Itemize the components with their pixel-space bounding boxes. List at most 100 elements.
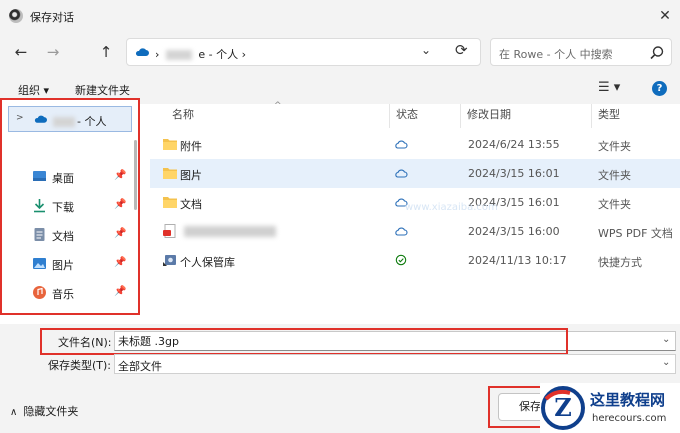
logo-title: 这里教程网 bbox=[590, 391, 666, 409]
pin-icon: 📌 bbox=[114, 199, 127, 210]
sidebar-item-desktop[interactable]: 桌面 📌 bbox=[32, 166, 137, 188]
column-separator[interactable] bbox=[389, 104, 390, 128]
file-name: 文档 bbox=[180, 198, 202, 211]
pin-icon: 📌 bbox=[114, 286, 127, 297]
column-separator[interactable] bbox=[591, 104, 592, 128]
desktop-icon bbox=[33, 171, 46, 181]
breadcrumb-separator: › bbox=[155, 48, 160, 61]
cloud-icon bbox=[395, 227, 408, 236]
onedrive-cloud-icon bbox=[135, 48, 149, 56]
new-folder-button[interactable]: 新建文件夹 bbox=[75, 82, 130, 98]
file-row[interactable]: 图片 2024/3/15 16:01 文件夹 bbox=[150, 159, 680, 188]
navigation-bar: ← → ↑ › e - 个人 › ⌄ ⟳ 在 Rowe - 个人 中搜索 bbox=[0, 32, 680, 72]
watermark-text: www.xiazaiba.com bbox=[405, 202, 498, 213]
redacted-account-name bbox=[53, 117, 75, 127]
onedrive-cloud-icon bbox=[34, 115, 47, 123]
file-type: 快捷方式 bbox=[598, 256, 642, 269]
file-date: 2024/11/13 10:17 bbox=[468, 254, 567, 267]
savetype-label: 保存类型(T): bbox=[48, 359, 112, 372]
search-placeholder: 在 Rowe - 个人 中搜索 bbox=[499, 48, 613, 61]
view-options-button[interactable]: ☰ ▾ bbox=[598, 80, 620, 95]
synced-check-icon bbox=[395, 254, 407, 266]
sidebar-item-label: 下载 bbox=[52, 201, 74, 214]
breadcrumb-location[interactable]: e - 个人 bbox=[198, 48, 238, 61]
address-path: › e - 个人 › bbox=[155, 46, 246, 62]
folder-icon bbox=[163, 139, 177, 150]
address-bar[interactable]: › e - 个人 › ⌄ bbox=[126, 38, 481, 66]
music-icon bbox=[33, 286, 46, 299]
file-name: 个人保管库 bbox=[180, 256, 235, 269]
sidebar-item-music[interactable]: 音乐 📌 bbox=[32, 282, 137, 304]
sidebar-item-label-text: - 个人 bbox=[77, 115, 107, 128]
hide-folders-toggle[interactable]: ∧ 隐藏文件夹 bbox=[10, 403, 78, 419]
chevron-down-icon[interactable]: ⌄ bbox=[662, 334, 670, 345]
pin-icon: 📌 bbox=[114, 170, 127, 181]
app-icon bbox=[9, 9, 23, 23]
sidebar-item-downloads[interactable]: 下载 📌 bbox=[32, 195, 137, 217]
picture-icon bbox=[33, 258, 46, 269]
vault-shortcut-icon bbox=[163, 255, 176, 266]
column-header-type[interactable]: 类型 bbox=[598, 104, 620, 128]
chevron-down-icon[interactable]: ⌄ bbox=[421, 43, 431, 57]
column-separator[interactable] bbox=[460, 104, 461, 128]
file-name: 附件 bbox=[180, 140, 202, 153]
cloud-icon bbox=[395, 169, 408, 178]
hide-folders-label: 隐藏文件夹 bbox=[23, 405, 79, 418]
chevron-up-icon: ∧ bbox=[10, 407, 18, 418]
file-type: WPS PDF 文档 bbox=[598, 227, 673, 240]
column-header-modified[interactable]: 修改日期 bbox=[467, 104, 511, 128]
sidebar-item-pictures[interactable]: 图片 📌 bbox=[32, 253, 137, 275]
up-button[interactable]: ↑ bbox=[95, 41, 117, 63]
file-date: 2024/6/24 13:55 bbox=[468, 138, 560, 151]
sidebar-item-documents[interactable]: 文档 📌 bbox=[32, 224, 137, 246]
pdf-icon bbox=[163, 224, 176, 238]
file-date: 2024/3/15 16:00 bbox=[468, 225, 560, 238]
refresh-button[interactable]: ⟳ bbox=[455, 41, 468, 59]
sidebar-item-label: 图片 bbox=[52, 259, 74, 272]
redacted-file-name bbox=[184, 226, 276, 237]
column-header-status[interactable]: 状态 bbox=[396, 104, 418, 128]
svg-text:Z: Z bbox=[554, 393, 572, 422]
sidebar-item-onedrive-personal[interactable]: > - 个人 bbox=[8, 106, 132, 132]
file-date: 2024/3/15 16:01 bbox=[468, 167, 560, 180]
folder-icon bbox=[163, 168, 177, 179]
navigation-pane: > - 个人 桌面 📌 下载 📌 文档 📌 图片 📌 音乐 📌 bbox=[0, 98, 140, 315]
title-bar: 保存对话 ✕ bbox=[0, 0, 680, 32]
filename-highlight-box bbox=[40, 328, 568, 355]
folder-icon bbox=[163, 197, 177, 208]
redacted-account-name bbox=[165, 50, 192, 60]
file-list: 名称 ^ 状态 修改日期 类型 附件 2024/6/24 13:55 文件夹 图… bbox=[140, 101, 680, 324]
back-button[interactable]: ← bbox=[10, 41, 32, 63]
file-row[interactable]: 2024/3/15 16:00 WPS PDF 文档 bbox=[150, 217, 680, 246]
file-type: 文件夹 bbox=[598, 140, 631, 153]
file-row[interactable]: 个人保管库 2024/11/13 10:17 快捷方式 bbox=[150, 246, 680, 275]
expand-chevron-icon[interactable]: > bbox=[16, 113, 24, 123]
help-button[interactable]: ? bbox=[652, 81, 667, 96]
sidebar-item-label: - 个人 bbox=[53, 113, 106, 129]
window-title: 保存对话 bbox=[30, 11, 74, 24]
sort-caret-icon: ^ bbox=[274, 101, 282, 111]
logo-subtitle: herecours.com bbox=[592, 413, 667, 424]
column-header-name[interactable]: 名称 bbox=[172, 104, 194, 128]
savetype-select[interactable]: 全部文件 ⌄ bbox=[114, 354, 676, 374]
file-type: 文件夹 bbox=[598, 198, 631, 211]
sidebar-item-label: 音乐 bbox=[52, 288, 74, 301]
sidebar-item-label: 文档 bbox=[52, 230, 74, 243]
file-type: 文件夹 bbox=[598, 169, 631, 182]
pin-icon: 📌 bbox=[114, 257, 127, 268]
close-button[interactable]: ✕ bbox=[655, 6, 675, 26]
document-icon bbox=[34, 228, 45, 241]
search-box[interactable]: 在 Rowe - 个人 中搜索 bbox=[490, 38, 672, 66]
file-row[interactable]: 附件 2024/6/24 13:55 文件夹 bbox=[150, 130, 680, 159]
cloud-icon bbox=[395, 140, 408, 149]
breadcrumb-separator: › bbox=[241, 48, 247, 61]
organize-button[interactable]: 组织 ▾ bbox=[18, 82, 49, 98]
chevron-down-icon[interactable]: ⌄ bbox=[662, 357, 670, 368]
forward-button[interactable]: → bbox=[42, 41, 64, 63]
search-icon[interactable] bbox=[649, 45, 665, 61]
pin-icon: 📌 bbox=[114, 228, 127, 239]
logo-mark-icon: Z bbox=[541, 386, 585, 430]
sidebar-item-label: 桌面 bbox=[52, 172, 74, 185]
file-name: 图片 bbox=[180, 169, 202, 182]
site-logo: Z 这里教程网 herecours.com bbox=[540, 383, 680, 433]
